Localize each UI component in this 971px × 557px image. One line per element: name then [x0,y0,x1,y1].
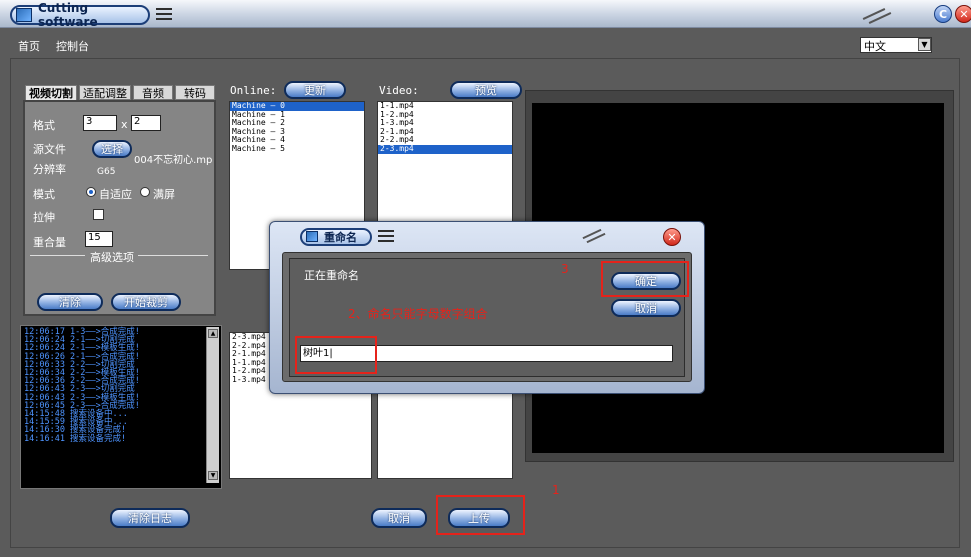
resolution-label: 分辨率 [33,163,66,176]
cancel-button[interactable]: 取消 [371,508,427,528]
log-output: 12:06:17 1-3——>合成完成! 12:06:24 2-1——>切割完成 1… [20,325,222,489]
clear-log-button[interactable]: 清除日志 [110,508,190,528]
machine-item[interactable]: Machine — 5 [230,144,364,154]
annotation-step1: 1 [552,483,560,497]
log-scrollbar[interactable]: ▲ ▼ [206,327,219,483]
dialog-icon [306,231,318,242]
divider [30,255,85,256]
preview-button[interactable]: 预览 [450,81,522,99]
dialog-title: 重命名 [324,231,357,244]
video-label: Video: [379,84,419,97]
annotation-step3: 3 [561,262,569,276]
radio-adaptive[interactable] [86,187,96,197]
update-button[interactable]: 更新 [284,81,346,99]
app-icon [16,8,32,22]
format-width-input[interactable]: 3 [83,115,117,131]
nav-bar [0,28,971,58]
format-height-input[interactable]: 2 [131,115,161,131]
divider [138,255,208,256]
tab-transcode[interactable]: 转码 [175,85,215,100]
dialog-decor-icon [578,225,618,247]
annotation-box-upload [436,495,525,535]
title-decor-icon [858,3,898,25]
format-label: 格式 [33,119,55,132]
format-x-label: x [121,118,128,131]
dialog-menu-icon[interactable] [378,230,394,242]
log-line: 14:16:41 搜索设备完成! [24,433,127,444]
video-item[interactable]: 2-3.mp4 [378,144,512,154]
scroll-up-icon[interactable]: ▲ [208,329,218,338]
mode-label: 模式 [33,188,55,201]
tab-audio[interactable]: 音频 [133,85,173,100]
annotation-box-confirm [601,261,689,297]
app-title: Cutting software [38,1,98,29]
resolution-value: G65 [97,167,116,177]
nav-home[interactable]: 首页 [18,38,40,54]
rename-status: 正在重命名 [304,269,359,282]
scroll-down-icon[interactable]: ▼ [208,471,218,480]
start-cut-button[interactable]: 开始裁剪 [111,293,181,311]
nav-console[interactable]: 控制台 [56,38,89,54]
source-label: 源文件 [33,143,66,156]
stretch-checkbox[interactable] [93,209,104,220]
minimize-icon[interactable]: C [934,5,952,23]
annotation-box-input [295,336,377,374]
overlap-label: 重合量 [33,236,66,249]
radio-fullscreen[interactable] [140,187,150,197]
source-value: 004不忘初心.mp [134,155,213,166]
annotation-step2: 2、命名只能字母数字组合 [348,307,488,321]
chevron-down-icon[interactable]: ▼ [918,38,931,51]
overlap-input[interactable]: 15 [85,231,113,247]
mode-adaptive-label: 自适应 [99,188,132,201]
mode-fullscreen-label: 满屏 [153,188,175,201]
menu-icon[interactable] [156,8,172,20]
online-label: Online: [230,84,277,97]
stretch-label: 拉伸 [33,211,55,224]
dialog-close-icon[interactable]: ✕ [663,228,681,246]
select-button[interactable]: 选择 [92,140,132,158]
close-icon[interactable]: ✕ [955,5,971,23]
dialog-cancel-button[interactable]: 取消 [611,299,681,317]
tab-video-cut[interactable]: 视频切割 [25,85,77,100]
clear-button[interactable]: 清除 [37,293,103,311]
tab-adapt[interactable]: 适配调整 [79,85,131,100]
advanced-options[interactable]: 高级选项 [90,249,134,265]
